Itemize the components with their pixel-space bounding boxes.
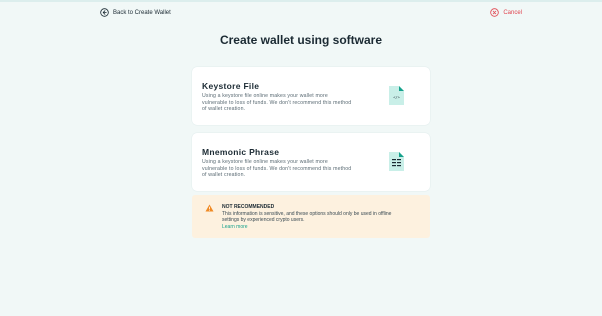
close-circle-icon bbox=[490, 8, 500, 17]
option-description: Using a keystore file online makes your … bbox=[202, 93, 352, 112]
warning-body: This information is sensitive, and these… bbox=[222, 211, 392, 223]
back-label: Back to Create Wallet bbox=[113, 9, 171, 16]
warning-icon bbox=[205, 204, 214, 212]
svg-text:</>: </> bbox=[393, 96, 400, 100]
warning-title: NOT RECOMMENDED bbox=[222, 204, 275, 210]
cancel-label: Cancel bbox=[503, 9, 522, 16]
arrow-left-circle-icon bbox=[100, 8, 109, 17]
not-recommended-warning: NOT RECOMMENDED This information is sens… bbox=[192, 195, 430, 238]
cancel-button[interactable]: Cancel bbox=[490, 8, 522, 17]
learn-more-link[interactable]: Learn more bbox=[222, 224, 248, 230]
option-title: Mnemonic Phrase bbox=[202, 147, 280, 157]
page-title: Create wallet using software bbox=[219, 33, 383, 47]
top-border bbox=[0, 0, 602, 2]
back-to-create-wallet-button[interactable]: Back to Create Wallet bbox=[100, 8, 171, 17]
keystore-file-option[interactable]: Keystore File Using a keystore file onli… bbox=[192, 67, 430, 125]
mnemonic-phrase-option[interactable]: Mnemonic Phrase Using a keystore file on… bbox=[192, 133, 430, 191]
mnemonic-phrase-icon bbox=[389, 152, 404, 171]
option-title: Keystore File bbox=[202, 81, 260, 91]
keystore-file-icon: </> bbox=[389, 86, 404, 105]
option-description: Using a keystore file online makes your … bbox=[202, 159, 352, 178]
